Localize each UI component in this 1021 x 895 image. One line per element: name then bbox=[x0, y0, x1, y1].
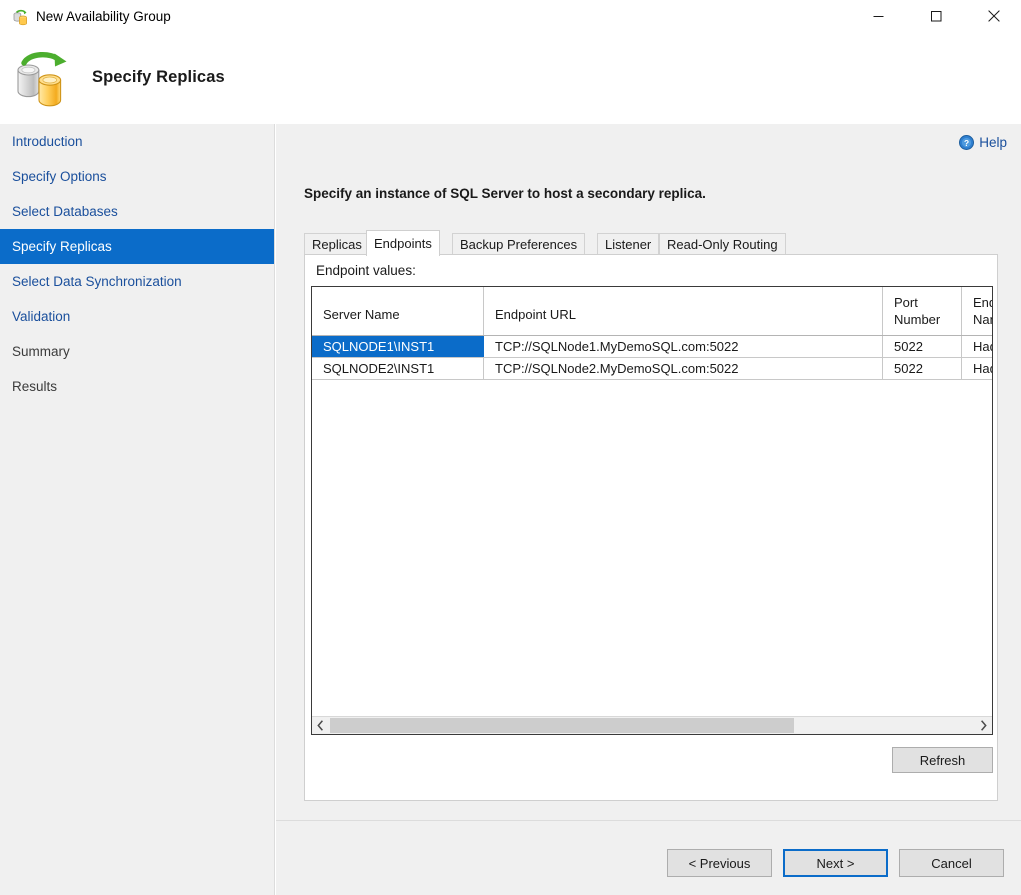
cell-endpoint-name[interactable]: Hadr bbox=[962, 358, 993, 379]
column-header-port-line1: Port bbox=[894, 294, 961, 311]
next-button[interactable]: Next > bbox=[783, 849, 888, 877]
tab-replicas[interactable]: Replicas bbox=[304, 233, 370, 255]
content-area: ? Help Specify an instance of SQL Server… bbox=[276, 124, 1021, 820]
chevron-right-icon[interactable] bbox=[975, 717, 992, 734]
sidebar-item-specify-options[interactable]: Specify Options bbox=[0, 159, 274, 194]
help-circle-icon: ? bbox=[959, 135, 974, 150]
previous-button[interactable]: < Previous bbox=[667, 849, 772, 877]
cell-endpoint-url[interactable]: TCP://SQLNode2.MyDemoSQL.com:5022 bbox=[484, 358, 883, 379]
column-header-server-name[interactable]: Server Name bbox=[312, 287, 484, 335]
endpoint-values-label: Endpoint values: bbox=[316, 263, 416, 278]
tab-backup-preferences[interactable]: Backup Preferences bbox=[452, 233, 585, 255]
page-title: Specify Replicas bbox=[92, 68, 225, 87]
cell-port-number[interactable]: 5022 bbox=[883, 358, 962, 379]
sidebar-item-select-data-synchronization[interactable]: Select Data Synchronization bbox=[0, 264, 274, 299]
endpoints-grid[interactable]: Server Name Endpoint URL Port Number End… bbox=[311, 286, 993, 735]
footer-bar: < Previous Next > Cancel bbox=[276, 821, 1021, 895]
help-label: Help bbox=[979, 135, 1007, 150]
sidebar-item-validation[interactable]: Validation bbox=[0, 299, 274, 334]
help-link[interactable]: ? Help bbox=[959, 135, 1007, 150]
table-row[interactable]: SQLNODE1\INST1 TCP://SQLNode1.MyDemoSQL.… bbox=[312, 336, 992, 358]
window-title: New Availability Group bbox=[36, 9, 171, 24]
minimize-button[interactable] bbox=[855, 0, 901, 32]
column-header-endpoint-name[interactable]: End Nam bbox=[962, 287, 993, 335]
column-header-port-number[interactable]: Port Number bbox=[883, 287, 962, 335]
column-header-endpoint-url[interactable]: Endpoint URL bbox=[484, 287, 883, 335]
scrollbar-thumb[interactable] bbox=[330, 718, 794, 733]
maximize-button[interactable] bbox=[913, 0, 959, 32]
cell-endpoint-name[interactable]: Hadr bbox=[962, 336, 993, 357]
column-header-port-line2: Number bbox=[894, 311, 961, 328]
wizard-window: New Availability Group bbox=[0, 0, 1021, 895]
instruction-text: Specify an instance of SQL Server to hos… bbox=[304, 186, 706, 201]
cell-server-name[interactable]: SQLNODE1\INST1 bbox=[312, 336, 484, 357]
sidebar-item-select-databases[interactable]: Select Databases bbox=[0, 194, 274, 229]
refresh-button[interactable]: Refresh bbox=[892, 747, 993, 773]
database-replica-icon bbox=[12, 9, 30, 27]
cell-server-name[interactable]: SQLNODE2\INST1 bbox=[312, 358, 484, 379]
tab-listener[interactable]: Listener bbox=[597, 233, 659, 255]
table-row[interactable]: SQLNODE2\INST1 TCP://SQLNode2.MyDemoSQL.… bbox=[312, 358, 992, 380]
cancel-button[interactable]: Cancel bbox=[899, 849, 1004, 877]
svg-text:?: ? bbox=[964, 138, 969, 148]
column-header-endpoint-name-line1: End bbox=[973, 294, 993, 311]
sidebar-item-specify-replicas[interactable]: Specify Replicas bbox=[0, 229, 274, 264]
close-button[interactable] bbox=[971, 0, 1017, 32]
chevron-left-icon[interactable] bbox=[312, 717, 329, 734]
page-header: Specify Replicas bbox=[0, 36, 1021, 124]
endpoints-tab-panel: Endpoint values: Server Name Endpoint UR… bbox=[304, 254, 998, 801]
sidebar-item-results: Results bbox=[0, 369, 274, 404]
sidebar-item-introduction[interactable]: Introduction bbox=[0, 124, 274, 159]
title-bar: New Availability Group bbox=[0, 0, 1021, 36]
tab-endpoints[interactable]: Endpoints bbox=[366, 230, 440, 256]
cell-port-number[interactable]: 5022 bbox=[883, 336, 962, 357]
grid-header-row: Server Name Endpoint URL Port Number End… bbox=[312, 287, 992, 336]
sidebar-item-summary: Summary bbox=[0, 334, 274, 369]
horizontal-scrollbar[interactable] bbox=[312, 716, 992, 734]
tab-strip: Replicas Endpoints Backup Preferences Li… bbox=[304, 230, 998, 255]
tab-read-only-routing[interactable]: Read-Only Routing bbox=[659, 233, 786, 255]
column-header-endpoint-name-line2: Nam bbox=[973, 311, 993, 328]
database-replica-sync-icon bbox=[10, 48, 74, 112]
cell-endpoint-url[interactable]: TCP://SQLNode1.MyDemoSQL.com:5022 bbox=[484, 336, 883, 357]
wizard-step-nav: Introduction Specify Options Select Data… bbox=[0, 124, 275, 895]
